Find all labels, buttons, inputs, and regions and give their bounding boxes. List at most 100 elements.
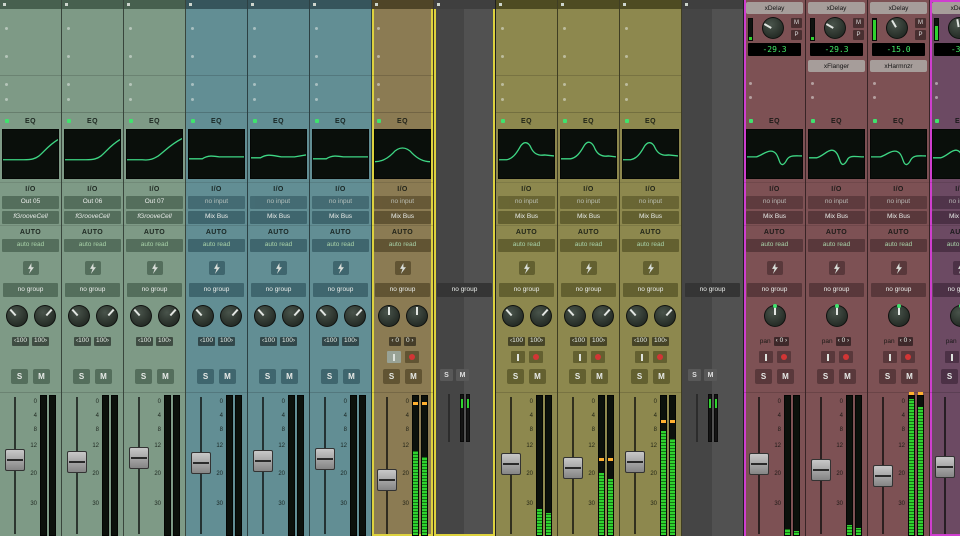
fader-cap[interactable] [935, 456, 955, 478]
pan-knob[interactable] [192, 305, 214, 327]
group-selector[interactable]: no group [375, 283, 430, 297]
pan-value-left[interactable]: ‹100 [74, 337, 91, 346]
pan-value-right[interactable]: 100› [590, 337, 607, 346]
insert-plugin-button[interactable]: xDelay [870, 2, 927, 14]
input-selector[interactable]: fGrooveCell [126, 211, 183, 224]
output-selector[interactable]: no input [188, 196, 245, 209]
pan-value[interactable]: ‹ 0 › [774, 337, 790, 346]
fader-cap[interactable] [253, 450, 273, 472]
pan-knob[interactable] [158, 305, 180, 327]
inserts-sends-area[interactable] [186, 9, 247, 113]
inserts-sends-area[interactable] [620, 9, 681, 113]
mute-button[interactable]: M [456, 369, 469, 381]
input-selector[interactable]: Mix Bus [560, 211, 617, 224]
record-arm-button[interactable] [529, 351, 543, 363]
insert-plugin-button[interactable]: xDelay [746, 2, 803, 14]
strip-header[interactable] [558, 0, 619, 9]
automation-mode-button[interactable]: auto read [622, 239, 679, 252]
pan-knob[interactable] [888, 305, 910, 327]
strip-header[interactable] [310, 0, 371, 9]
solo-button[interactable]: S [321, 369, 338, 384]
elastic-audio-button[interactable] [395, 261, 411, 275]
inserts-area[interactable] [868, 72, 929, 113]
output-selector[interactable]: Out 07 [126, 196, 183, 209]
pan-value-right[interactable]: 100› [528, 337, 545, 346]
pan-knob[interactable] [654, 305, 676, 327]
pan-value-right[interactable]: 100› [280, 337, 297, 346]
fader-cap[interactable] [191, 452, 211, 474]
pan-knob[interactable] [378, 305, 400, 327]
mute-button[interactable]: M [901, 369, 918, 384]
pan-knob[interactable] [530, 305, 552, 327]
eq-curve-display[interactable] [126, 129, 183, 179]
group-selector[interactable]: no group [127, 283, 182, 297]
fader-track[interactable] [448, 394, 450, 442]
send-pre-button[interactable]: P [853, 30, 864, 40]
pan-value-left[interactable]: ‹100 [12, 337, 29, 346]
record-arm-button[interactable] [653, 351, 667, 363]
elastic-audio-button[interactable] [23, 261, 39, 275]
output-selector[interactable]: no input [746, 196, 803, 209]
eq-curve-display[interactable] [932, 129, 960, 179]
input-monitor-button[interactable] [821, 351, 835, 363]
record-arm-button[interactable] [405, 351, 419, 363]
pan-knob[interactable] [502, 305, 524, 327]
inserts-sends-area[interactable] [372, 9, 433, 113]
fader-cap[interactable] [749, 453, 769, 475]
pan-value[interactable]: ‹ 0 › [836, 337, 852, 346]
send-level-display[interactable]: -29.3 [810, 43, 863, 56]
mute-button[interactable]: M [704, 369, 717, 381]
inserts-area[interactable] [806, 72, 867, 113]
automation-mode-button[interactable]: auto read [560, 239, 617, 252]
fader-cap[interactable] [563, 457, 583, 479]
pan-knob[interactable] [34, 305, 56, 327]
input-selector[interactable]: Mix Bus [312, 211, 369, 224]
send-pre-button[interactable]: P [915, 30, 926, 40]
output-selector[interactable]: no input [560, 196, 617, 209]
pan-knob[interactable] [764, 305, 786, 327]
mute-button[interactable]: M [95, 369, 112, 384]
pan-value-right[interactable]: 100› [342, 337, 359, 346]
pan-value-right[interactable]: 100› [156, 337, 173, 346]
solo-button[interactable]: S [11, 369, 28, 384]
input-selector[interactable]: fGrooveCell [2, 211, 59, 224]
elastic-audio-button[interactable] [829, 261, 845, 275]
input-monitor-button[interactable] [511, 351, 525, 363]
input-selector[interactable]: Mix Bus [808, 211, 865, 224]
input-selector[interactable]: Mix Bus [498, 211, 555, 224]
strip-header[interactable] [372, 0, 433, 9]
group-selector[interactable]: no group [933, 283, 960, 297]
solo-button[interactable]: S [688, 369, 701, 381]
eq-curve-display[interactable] [188, 129, 245, 179]
input-selector[interactable]: Mix Bus [932, 211, 960, 224]
solo-button[interactable]: S [569, 369, 586, 384]
mute-button[interactable]: M [219, 369, 236, 384]
pan-value-right[interactable]: 0 › [404, 337, 416, 346]
pan-knob[interactable] [96, 305, 118, 327]
pan-knob[interactable] [130, 305, 152, 327]
send-level-knob[interactable] [886, 17, 908, 39]
solo-button[interactable]: S [73, 369, 90, 384]
inserts-sends-area[interactable] [496, 9, 557, 113]
pan-knob[interactable] [564, 305, 586, 327]
elastic-audio-button[interactable] [891, 261, 907, 275]
strip-header[interactable] [496, 0, 557, 9]
solo-button[interactable]: S [507, 369, 524, 384]
automation-mode-button[interactable]: auto read [188, 239, 245, 252]
elastic-audio-button[interactable] [209, 261, 225, 275]
pan-knob[interactable] [68, 305, 90, 327]
output-selector[interactable]: no input [808, 196, 865, 209]
input-monitor-button[interactable] [635, 351, 649, 363]
insert-plugin-button[interactable]: xDelay [932, 2, 960, 14]
output-selector[interactable]: no input [312, 196, 369, 209]
input-monitor-button[interactable] [573, 351, 587, 363]
automation-mode-button[interactable]: auto read [2, 239, 59, 252]
inserts-sends-area[interactable] [62, 9, 123, 113]
record-arm-button[interactable] [839, 351, 853, 363]
elastic-audio-button[interactable] [147, 261, 163, 275]
group-selector[interactable]: no group [251, 283, 306, 297]
strip-header[interactable] [682, 0, 743, 9]
insert-plugin-button[interactable]: xDelay [808, 2, 865, 14]
eq-curve-display[interactable] [374, 129, 431, 179]
solo-button[interactable]: S [817, 369, 834, 384]
